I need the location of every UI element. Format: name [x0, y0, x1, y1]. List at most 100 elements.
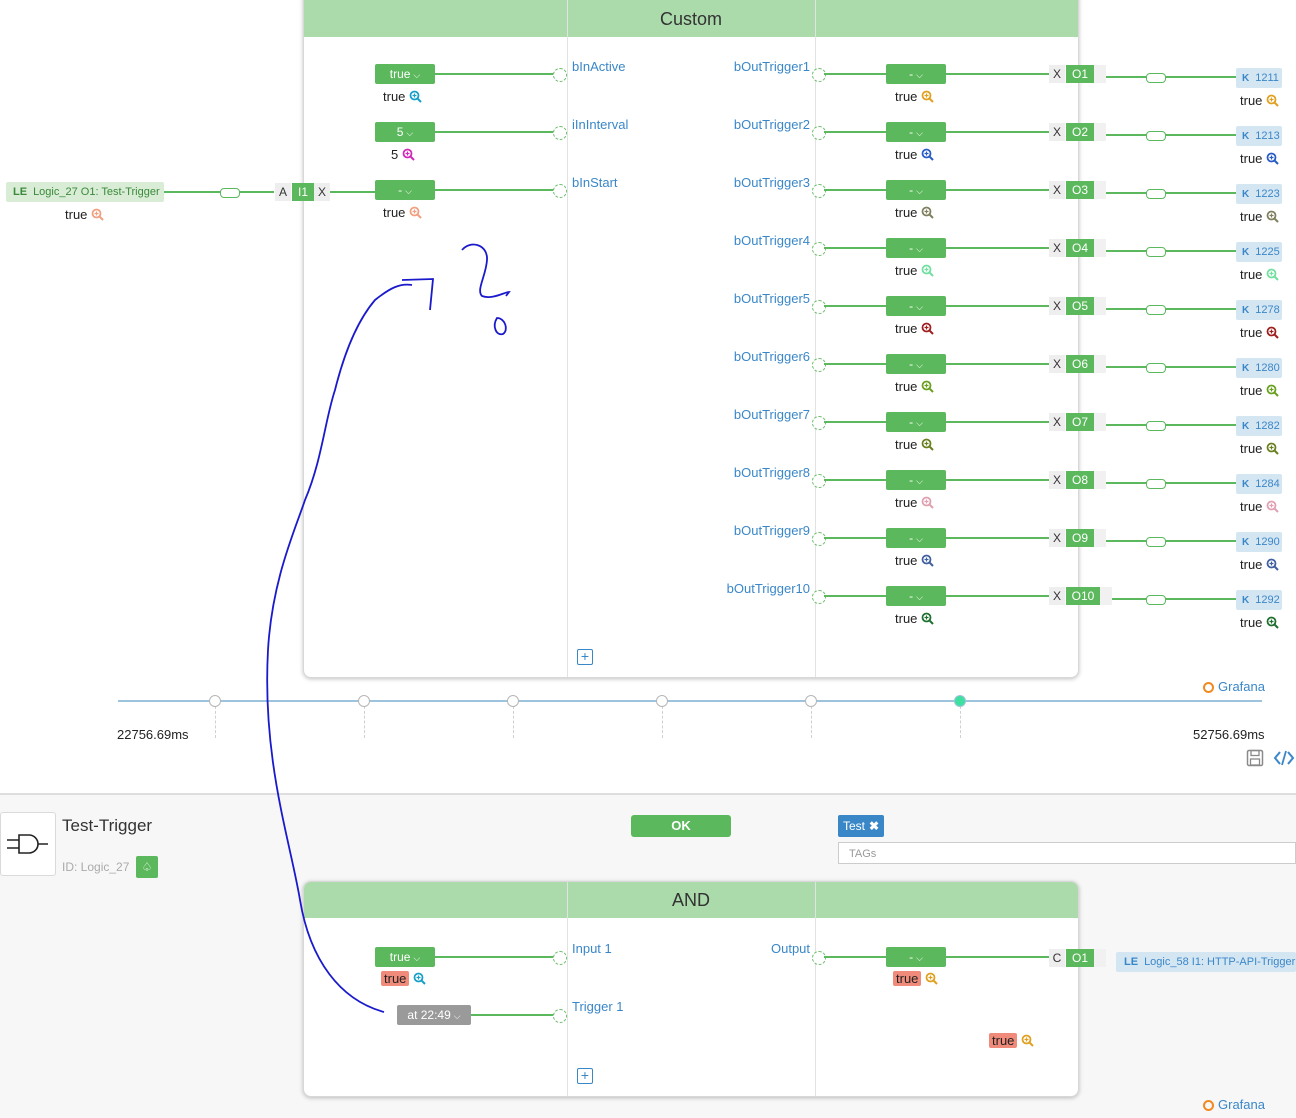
knx-target-link[interactable]: K 1225: [1236, 242, 1282, 262]
knx-target-link[interactable]: K 1290: [1236, 532, 1282, 552]
output-o1-badge[interactable]: O1: [1066, 949, 1094, 967]
output-dropdown[interactable]: - ⌵: [886, 64, 946, 84]
target-link-le[interactable]: LE Logic_58 I1: HTTP-API-Trigger A: [1116, 952, 1296, 972]
magnifier-icon: [922, 496, 935, 509]
timeline-node[interactable]: [805, 695, 817, 707]
source-link-le[interactable]: LE Logic_27 O1: Test-Trigger: [6, 182, 164, 202]
output-port[interactable]: [812, 474, 826, 488]
output-dropdown[interactable]: - ⌵: [886, 470, 946, 490]
output-badge[interactable]: O7: [1066, 413, 1094, 431]
dropdown-ininterval[interactable]: 5 ⌵: [375, 122, 435, 142]
wire-connector[interactable]: [220, 188, 240, 198]
timeline-node-active[interactable]: [954, 695, 966, 707]
knx-target-link[interactable]: K 1292: [1236, 590, 1282, 610]
knx-target-link[interactable]: K 1211: [1236, 68, 1282, 88]
save-icon[interactable]: [1246, 749, 1264, 767]
output-badge[interactable]: O8: [1066, 471, 1094, 489]
wire-connector[interactable]: [1146, 537, 1166, 547]
output-badge[interactable]: O3: [1066, 181, 1094, 199]
timeline-node[interactable]: [507, 695, 519, 707]
output-port[interactable]: [812, 242, 826, 256]
knx-target-link[interactable]: K 1284: [1236, 474, 1282, 494]
wire-connector[interactable]: [1146, 479, 1166, 489]
dropdown-input1[interactable]: true ⌵: [375, 947, 435, 967]
value-output: true: [893, 971, 939, 986]
port-binstart[interactable]: [553, 184, 567, 198]
remove-link-x[interactable]: X: [314, 183, 330, 201]
wire-connector[interactable]: [1146, 247, 1166, 257]
tags-input[interactable]: TAGs: [838, 842, 1296, 864]
output-badge[interactable]: O6: [1066, 355, 1094, 373]
remove-output-x[interactable]: X: [1049, 355, 1065, 373]
output-badge[interactable]: O4: [1066, 239, 1094, 257]
remove-output-x[interactable]: X: [1049, 297, 1065, 315]
output-dropdown[interactable]: - ⌵: [886, 122, 946, 142]
wire-connector[interactable]: [1146, 421, 1166, 431]
wire-connector[interactable]: [1146, 305, 1166, 315]
output-port[interactable]: [812, 532, 826, 546]
remove-tag-icon: ✖: [869, 819, 880, 833]
stethoscope-button[interactable]: ♤: [136, 856, 158, 878]
dropdown-trigger1[interactable]: at 22:49 ⌵: [397, 1005, 471, 1025]
wire-connector[interactable]: [1146, 595, 1166, 605]
code-icon[interactable]: [1273, 749, 1295, 767]
output-port[interactable]: [812, 300, 826, 314]
output-dropdown[interactable]: - ⌵: [886, 412, 946, 432]
output-badge[interactable]: O2: [1066, 123, 1094, 141]
output-badge[interactable]: O10: [1066, 587, 1100, 605]
tag-chip[interactable]: Test ✖: [838, 815, 885, 837]
knx-target-link[interactable]: K 1282: [1236, 416, 1282, 436]
dropdown-binactive[interactable]: true ⌵: [375, 64, 435, 84]
remove-output-x[interactable]: X: [1049, 181, 1065, 199]
output-dropdown[interactable]: - ⌵: [886, 586, 946, 606]
knx-target-link[interactable]: K 1280: [1236, 358, 1282, 378]
remove-output-x[interactable]: X: [1049, 239, 1065, 257]
output-dropdown[interactable]: - ⌵: [886, 528, 946, 548]
wire-connector[interactable]: [1146, 73, 1166, 83]
output-dropdown[interactable]: - ⌵: [886, 180, 946, 200]
wire-connector[interactable]: [1146, 189, 1166, 199]
remove-output-x[interactable]: X: [1049, 123, 1065, 141]
dropdown-output[interactable]: - ⌵: [886, 947, 946, 967]
wire-connector[interactable]: [1146, 131, 1166, 141]
output-port[interactable]: [812, 590, 826, 604]
ok-button[interactable]: OK: [631, 815, 731, 837]
remove-output-x[interactable]: X: [1049, 587, 1065, 605]
port-input1[interactable]: [553, 951, 567, 965]
dropdown-binstart[interactable]: - ⌵: [375, 180, 435, 200]
port-trigger1[interactable]: [553, 1009, 567, 1023]
remove-output-x[interactable]: X: [1049, 65, 1065, 83]
timeline-track[interactable]: [118, 700, 1262, 702]
and-panel-title: AND: [304, 882, 1078, 918]
output-port[interactable]: [812, 184, 826, 198]
output-dropdown[interactable]: - ⌵: [886, 296, 946, 316]
timeline-node[interactable]: [358, 695, 370, 707]
timeline-node[interactable]: [209, 695, 221, 707]
output-port[interactable]: [812, 126, 826, 140]
remove-output-x[interactable]: X: [1049, 413, 1065, 431]
output-port[interactable]: [812, 416, 826, 430]
remove-output-x[interactable]: X: [1049, 529, 1065, 547]
knx-target-link[interactable]: K 1278: [1236, 300, 1282, 320]
wire-connector[interactable]: [1146, 363, 1166, 373]
magnifier-icon: [1267, 616, 1280, 629]
output-port[interactable]: [812, 358, 826, 372]
knx-target-link[interactable]: K 1213: [1236, 126, 1282, 146]
port-output[interactable]: [812, 951, 826, 965]
output-dropdown[interactable]: - ⌵: [886, 238, 946, 258]
input-i1-badge[interactable]: I1: [292, 183, 314, 201]
port-ininterval[interactable]: [553, 126, 567, 140]
add-port-icon[interactable]: +: [577, 649, 593, 665]
remove-output-x[interactable]: X: [1049, 471, 1065, 489]
output-dropdown[interactable]: - ⌵: [886, 354, 946, 374]
add-port-icon[interactable]: +: [577, 1068, 593, 1084]
output-badge[interactable]: O9: [1066, 529, 1094, 547]
output-badge[interactable]: O5: [1066, 297, 1094, 315]
output-badge[interactable]: O1: [1066, 65, 1094, 83]
grafana-link-bottom[interactable]: Grafana: [1203, 1097, 1265, 1112]
port-binactive[interactable]: [553, 68, 567, 82]
output-port[interactable]: [812, 68, 826, 82]
timeline-node[interactable]: [656, 695, 668, 707]
grafana-link[interactable]: Grafana: [1203, 679, 1265, 694]
knx-target-link[interactable]: K 1223: [1236, 184, 1282, 204]
